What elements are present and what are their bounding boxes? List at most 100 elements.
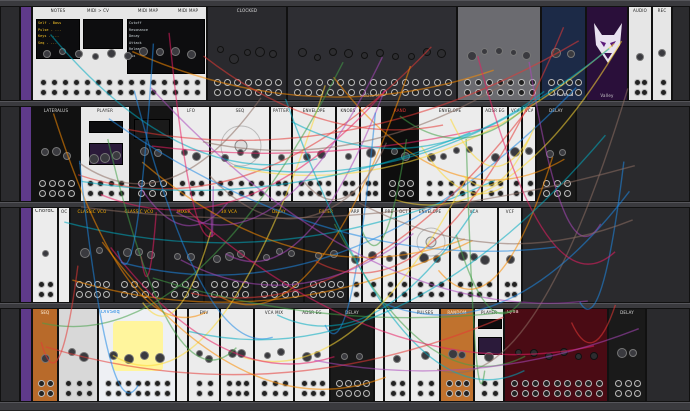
knob[interactable] (393, 354, 401, 363)
jack-port[interactable] (300, 390, 308, 397)
jack-port[interactable] (398, 380, 406, 387)
jack-port[interactable] (117, 89, 124, 96)
jack-port[interactable] (117, 190, 125, 197)
knob[interactable] (302, 153, 311, 162)
jack-port[interactable] (105, 79, 113, 86)
knob[interactable] (139, 46, 148, 56)
mixer-module[interactable]: AUDIO MIX (287, 6, 457, 101)
knob[interactable] (466, 51, 477, 62)
knob[interactable] (139, 146, 149, 156)
jack-port[interactable] (195, 380, 203, 387)
filter-module[interactable]: FILTER (304, 207, 348, 303)
jack-port[interactable] (427, 390, 435, 397)
knob[interactable] (329, 250, 338, 259)
jack-port[interactable] (469, 190, 477, 197)
jack-port[interactable] (397, 190, 405, 197)
knob[interactable] (458, 250, 469, 261)
jack-port[interactable] (326, 89, 334, 96)
jack-port[interactable] (324, 190, 332, 197)
jack-port[interactable] (137, 190, 145, 197)
jack-port[interactable] (281, 281, 289, 288)
jack-port[interactable] (437, 281, 445, 288)
jack-port[interactable] (341, 190, 349, 197)
knob[interactable] (220, 153, 229, 162)
jack-port[interactable] (371, 180, 379, 187)
jack-port[interactable] (475, 79, 483, 86)
knob[interactable] (155, 47, 164, 56)
knob[interactable] (263, 351, 271, 359)
knob[interactable] (229, 53, 240, 64)
jack-port[interactable] (352, 291, 360, 298)
knob[interactable] (419, 252, 429, 263)
jack-port[interactable] (234, 380, 242, 387)
jack-port[interactable] (466, 291, 474, 298)
jack-port[interactable] (38, 190, 46, 197)
jack-port[interactable] (564, 380, 572, 387)
jack-port[interactable] (281, 180, 289, 187)
jack-port[interactable] (521, 390, 529, 397)
jack-port[interactable] (633, 89, 641, 96)
jack-port[interactable] (181, 291, 189, 298)
jack-port[interactable] (151, 281, 159, 288)
jack-port[interactable] (104, 380, 112, 387)
jack-port[interactable] (369, 89, 377, 96)
jack-port[interactable] (358, 79, 366, 86)
knob[interactable] (287, 249, 295, 257)
jack-port[interactable] (574, 79, 582, 86)
jack-port[interactable] (574, 380, 582, 387)
plateau-module[interactable]: Plateau (541, 6, 586, 101)
jack-port[interactable] (39, 79, 47, 86)
jack-port[interactable] (556, 79, 564, 86)
jack-port[interactable] (371, 190, 379, 197)
jack-port[interactable] (61, 79, 69, 86)
jack-port[interactable] (458, 190, 466, 197)
jack-port[interactable] (247, 180, 255, 187)
jack-port[interactable] (274, 89, 282, 96)
jack-port[interactable] (107, 190, 115, 197)
jack-port[interactable] (164, 390, 172, 397)
jack-port[interactable] (281, 390, 289, 397)
jack-port[interactable] (369, 79, 377, 86)
knob[interactable] (147, 250, 155, 259)
jack-port[interactable] (565, 79, 573, 86)
lfo-module[interactable]: LFO (172, 106, 210, 202)
delay-module[interactable]: DELAY (536, 106, 576, 202)
jack-port[interactable] (83, 79, 91, 86)
jack-port[interactable] (469, 180, 477, 187)
knob[interactable] (122, 248, 132, 257)
jack-port[interactable] (485, 79, 493, 86)
delay-module[interactable]: DELAY (254, 207, 304, 303)
jack-port[interactable] (388, 190, 396, 197)
jack-port[interactable] (148, 190, 156, 197)
jack-port[interactable] (564, 390, 572, 397)
knob[interactable] (390, 147, 398, 155)
jack-port[interactable] (164, 380, 172, 387)
jack-port[interactable] (46, 380, 54, 387)
knob[interactable] (79, 351, 89, 362)
jack-port[interactable] (462, 380, 470, 387)
knob[interactable] (616, 348, 627, 359)
jack-port[interactable] (214, 79, 222, 86)
jack-port[interactable] (141, 281, 149, 288)
jack-port[interactable] (547, 89, 555, 96)
jack-port[interactable] (456, 291, 464, 298)
knob[interactable] (400, 151, 410, 161)
knob[interactable] (367, 250, 377, 260)
knob[interactable] (224, 252, 234, 262)
jack-port[interactable] (72, 79, 80, 86)
delay-module[interactable]: DELAY (608, 308, 646, 402)
jack-port[interactable] (491, 380, 499, 387)
jack-port[interactable] (595, 380, 603, 387)
mixer-module[interactable]: MIXER (164, 207, 204, 303)
jack-port[interactable] (542, 390, 550, 397)
jack-port[interactable] (526, 180, 534, 187)
jack-port[interactable] (503, 291, 511, 298)
jack-port[interactable] (114, 380, 122, 387)
jack-port[interactable] (362, 380, 370, 387)
jack-port[interactable] (151, 291, 159, 298)
jack-port[interactable] (137, 180, 145, 187)
jack-port[interactable] (191, 281, 199, 288)
knob[interactable] (297, 48, 307, 58)
knob[interactable] (187, 49, 196, 59)
jack-port[interactable] (353, 380, 361, 387)
